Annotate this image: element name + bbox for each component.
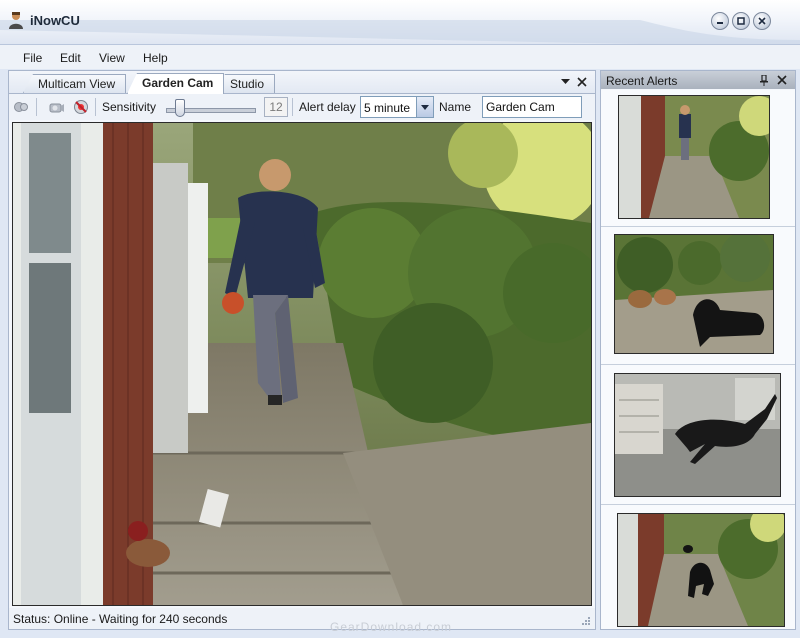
pin-icon[interactable] bbox=[759, 75, 769, 86]
resize-grip-icon[interactable] bbox=[579, 614, 591, 626]
alert-delay-dropdown-button[interactable] bbox=[416, 97, 433, 117]
disable-alerts-icon[interactable] bbox=[73, 99, 89, 115]
maximize-button[interactable] bbox=[732, 12, 750, 30]
alert-item[interactable] bbox=[601, 90, 795, 227]
sensitivity-label: Sensitivity bbox=[102, 100, 157, 114]
maximize-icon bbox=[737, 17, 745, 25]
camera-toolbar: Sensitivity 12 Alert delay 5 minute Name bbox=[9, 94, 595, 120]
name-label: Name bbox=[439, 100, 472, 114]
alert-image-cat bbox=[615, 374, 780, 496]
toolbar-separator bbox=[292, 98, 293, 116]
menu-view[interactable]: View bbox=[99, 51, 125, 65]
toolbar-separator bbox=[36, 98, 37, 116]
title-bar: iNowCU bbox=[0, 0, 800, 45]
alert-thumbnail[interactable] bbox=[614, 234, 774, 354]
minimize-button[interactable] bbox=[711, 12, 729, 30]
tab-garden-cam[interactable]: Garden Cam bbox=[127, 73, 225, 94]
alert-thumbnail[interactable] bbox=[617, 513, 785, 627]
tab-dropdown-icon[interactable] bbox=[561, 79, 570, 85]
alert-delay-select[interactable]: 5 minute bbox=[360, 96, 434, 118]
menu-file[interactable]: File bbox=[23, 51, 42, 65]
alert-item[interactable] bbox=[601, 505, 795, 629]
recent-alerts-title: Recent Alerts bbox=[606, 74, 678, 88]
window-title: iNowCU bbox=[30, 13, 80, 28]
chevron-down-icon bbox=[421, 105, 429, 110]
record-camera-icon[interactable] bbox=[49, 99, 65, 115]
alert-item[interactable] bbox=[601, 227, 795, 365]
menu-bar: File Edit View Help bbox=[0, 45, 800, 69]
camera-name-input[interactable] bbox=[482, 96, 582, 118]
menu-edit[interactable]: Edit bbox=[60, 51, 81, 65]
alert-item[interactable] bbox=[601, 365, 795, 505]
close-window-button[interactable] bbox=[753, 12, 771, 30]
camera-settings-icon[interactable] bbox=[13, 99, 29, 115]
alert-image-dogs bbox=[618, 514, 784, 626]
tab-multicam-view[interactable]: Multicam View bbox=[23, 74, 127, 93]
camera-document-panel: Multicam View Garden Cam Studio Sensitiv… bbox=[8, 70, 596, 630]
toolbar-separator bbox=[95, 98, 96, 116]
status-bar: Status: Online - Waiting for 240 seconds bbox=[9, 608, 595, 629]
camera-live-view bbox=[12, 122, 592, 606]
app-person-icon bbox=[9, 12, 23, 29]
alert-delay-label: Alert delay bbox=[299, 100, 356, 114]
alert-thumbnail[interactable] bbox=[618, 95, 770, 219]
minimize-icon bbox=[717, 22, 723, 24]
menu-help[interactable]: Help bbox=[143, 51, 168, 65]
alert-thumbnail[interactable] bbox=[614, 373, 781, 497]
recent-alerts-header: Recent Alerts bbox=[601, 71, 795, 89]
close-icon bbox=[758, 17, 766, 25]
close-tab-icon[interactable] bbox=[577, 77, 587, 87]
sensitivity-value: 12 bbox=[264, 97, 288, 117]
watermark-text: GearDownload.com bbox=[330, 620, 453, 634]
alert-delay-value: 5 minute bbox=[364, 101, 411, 115]
recent-alerts-panel: Recent Alerts bbox=[600, 70, 796, 630]
status-text: Status: Online - Waiting for 240 seconds bbox=[13, 612, 228, 626]
title-bar-wave bbox=[0, 20, 800, 44]
alert-image-dog bbox=[615, 235, 773, 353]
garden-camera-image bbox=[13, 123, 591, 605]
alert-image-person bbox=[619, 96, 769, 218]
tab-strip: Multicam View Garden Cam Studio bbox=[9, 71, 595, 94]
close-panel-icon[interactable] bbox=[777, 75, 787, 85]
sensitivity-slider-thumb[interactable] bbox=[175, 99, 185, 117]
